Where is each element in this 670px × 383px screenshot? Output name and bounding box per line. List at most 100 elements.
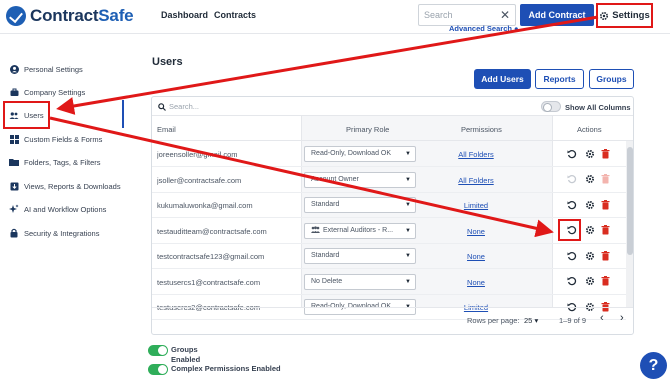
reset-password-icon[interactable] bbox=[566, 148, 577, 159]
primary-role-select[interactable]: Read-Only, Download OK ▼ bbox=[304, 146, 416, 162]
settings-button[interactable]: Settings bbox=[596, 3, 653, 28]
groups-enabled-toggle-row[interactable]: Groups Enabled bbox=[148, 345, 200, 365]
reset-password-icon[interactable] bbox=[566, 174, 577, 185]
gear-icon[interactable] bbox=[584, 174, 595, 185]
reset-highlight-box bbox=[558, 219, 581, 241]
show-all-columns-toggle[interactable] bbox=[541, 101, 561, 112]
table-scrollbar[interactable] bbox=[626, 141, 633, 307]
download-icon bbox=[9, 181, 19, 191]
role-column-header[interactable]: Primary Role bbox=[346, 125, 389, 134]
user-email: kukumaluwonka@gmail.com bbox=[157, 201, 253, 210]
clear-search-icon[interactable]: ✕ bbox=[500, 8, 510, 22]
gear-icon bbox=[600, 11, 609, 20]
sidebar-item-views-reports[interactable]: Views, Reports & Downloads bbox=[0, 175, 122, 197]
logo[interactable]: ContractSafe bbox=[6, 6, 134, 26]
caret-down-icon: ▼ bbox=[405, 151, 411, 157]
caret-down-icon: ▼ bbox=[405, 227, 411, 234]
role-value: Read-Only, Download OK bbox=[311, 150, 392, 157]
permissions-link[interactable]: None bbox=[456, 252, 496, 261]
primary-role-select[interactable]: No Delete ▼ bbox=[304, 273, 416, 290]
group-icon bbox=[311, 225, 323, 234]
delete-icon[interactable] bbox=[600, 225, 611, 236]
primary-role-select[interactable]: External Auditors - R... ▼ bbox=[304, 222, 416, 239]
caret-down-icon: ▼ bbox=[405, 253, 411, 259]
user-email: testcontractsafe123@gmail.com bbox=[157, 252, 265, 261]
table-row: kukumaluwonka@gmail.com Standard ▼ Limited bbox=[152, 193, 626, 218]
sidebar-item-ai-workflow[interactable]: AI and Workflow Options bbox=[0, 198, 122, 220]
sidebar-item-label: AI and Workflow Options bbox=[24, 204, 107, 214]
table-header: Email Primary Role Permissions Actions bbox=[152, 115, 633, 141]
gear-icon[interactable] bbox=[584, 250, 595, 261]
permissions-link[interactable]: Limited bbox=[456, 201, 496, 210]
delete-icon[interactable] bbox=[600, 250, 611, 261]
sidebar-item-security[interactable]: Security & Integrations bbox=[0, 222, 122, 244]
next-page-icon[interactable]: › bbox=[620, 312, 624, 324]
gear-icon[interactable] bbox=[584, 148, 595, 159]
briefcase-icon bbox=[9, 87, 19, 97]
permissions-link[interactable]: All Folders bbox=[456, 150, 496, 159]
caret-down-icon: ▼ bbox=[405, 176, 411, 183]
table-row: testauditteam@contractsafe.com External A… bbox=[152, 219, 626, 244]
complex-permissions-toggle[interactable] bbox=[148, 364, 168, 375]
complex-permissions-toggle-row[interactable]: Complex Permissions Enabled bbox=[148, 364, 281, 375]
email-column-header[interactable]: Email bbox=[157, 125, 176, 134]
permissions-link[interactable]: None bbox=[456, 278, 496, 287]
user-email: testauditteam@contractsafe.com bbox=[157, 226, 267, 236]
show-all-columns-label: Show All Columns bbox=[565, 103, 631, 112]
permissions-column-header[interactable]: Permissions bbox=[461, 125, 502, 134]
advanced-search-link[interactable]: Advanced Search ● bbox=[449, 24, 519, 33]
settings-label: Settings bbox=[612, 10, 650, 21]
reports-button[interactable]: Reports bbox=[535, 69, 584, 89]
sidebar-item-label: Custom Fields & Forms bbox=[24, 134, 103, 144]
rows-per-page-label: Rows per page: bbox=[467, 316, 520, 325]
gear-icon[interactable] bbox=[584, 225, 595, 236]
sidebar-item-personal-settings[interactable]: Personal Settings bbox=[0, 58, 122, 80]
sidebar-item-company-settings[interactable]: Company Settings bbox=[0, 81, 122, 103]
help-circle-icon: ● bbox=[514, 24, 519, 33]
sidebar-item-label: Security & Integrations bbox=[24, 228, 100, 238]
global-search-input[interactable]: Search ✕ bbox=[418, 4, 516, 26]
reset-password-icon[interactable] bbox=[566, 276, 577, 287]
add-users-button[interactable]: Add Users bbox=[474, 69, 531, 89]
reset-password-icon[interactable] bbox=[566, 199, 577, 210]
table-row: jsoller@contractsafe.com Account Owner ▼ Al… bbox=[152, 168, 626, 193]
table-search-input[interactable]: Search... bbox=[158, 102, 199, 111]
sidebar-item-folders[interactable]: Folders, Tags, & Filters bbox=[0, 151, 122, 173]
role-value: Account Owner bbox=[311, 175, 359, 183]
gear-icon[interactable] bbox=[584, 199, 595, 210]
primary-role-select[interactable]: Standard ▼ bbox=[304, 197, 416, 213]
rows-per-page-select[interactable]: 25 ▾ bbox=[524, 316, 538, 325]
table-row: joreensoller@gmail.com Read-Only, Downloa… bbox=[152, 142, 626, 167]
scrollbar-thumb[interactable] bbox=[627, 147, 633, 255]
primary-role-select[interactable]: Account Owner ▼ bbox=[304, 171, 416, 188]
primary-role-select[interactable]: Standard ▼ bbox=[304, 248, 416, 264]
delete-icon[interactable] bbox=[600, 148, 611, 159]
pagination-range: 1–9 of 9 bbox=[559, 316, 587, 325]
delete-icon[interactable] bbox=[600, 199, 611, 210]
nav-dashboard[interactable]: Dashboard bbox=[161, 10, 208, 20]
complex-permissions-label: Complex Permissions Enabled bbox=[171, 364, 281, 373]
sidebar-item-custom-fields[interactable]: Custom Fields & Forms bbox=[0, 128, 122, 150]
nav-contracts[interactable]: Contracts bbox=[214, 10, 256, 20]
page-title: Users bbox=[152, 56, 183, 68]
folder-icon bbox=[9, 157, 19, 167]
groups-enabled-toggle[interactable] bbox=[148, 345, 168, 356]
delete-icon[interactable] bbox=[600, 276, 611, 287]
prev-page-icon[interactable]: ‹ bbox=[600, 312, 604, 324]
active-indicator bbox=[122, 100, 124, 128]
table-row: testcontractsafe123@gmail.com Standard ▼ No… bbox=[152, 244, 626, 269]
caret-down-icon: ▼ bbox=[405, 202, 411, 208]
users-highlight-box bbox=[3, 101, 50, 129]
gear-icon[interactable] bbox=[584, 276, 595, 287]
sidebar-item-label: Personal Settings bbox=[24, 64, 83, 74]
table-footer: Rows per page: 25 ▾ 1–9 of 9 ‹ › bbox=[152, 307, 633, 334]
groups-button[interactable]: Groups bbox=[589, 69, 634, 89]
person-icon bbox=[9, 64, 19, 74]
help-button[interactable]: ? bbox=[640, 352, 667, 379]
delete-icon[interactable] bbox=[600, 174, 611, 185]
reset-password-icon[interactable] bbox=[566, 250, 577, 261]
add-contract-button[interactable]: Add Contract bbox=[520, 4, 594, 26]
top-bar: ContractSafe Dashboard Contracts Search … bbox=[0, 0, 670, 34]
permissions-link[interactable]: All Folders bbox=[456, 176, 496, 185]
permissions-link[interactable]: None bbox=[456, 227, 496, 236]
